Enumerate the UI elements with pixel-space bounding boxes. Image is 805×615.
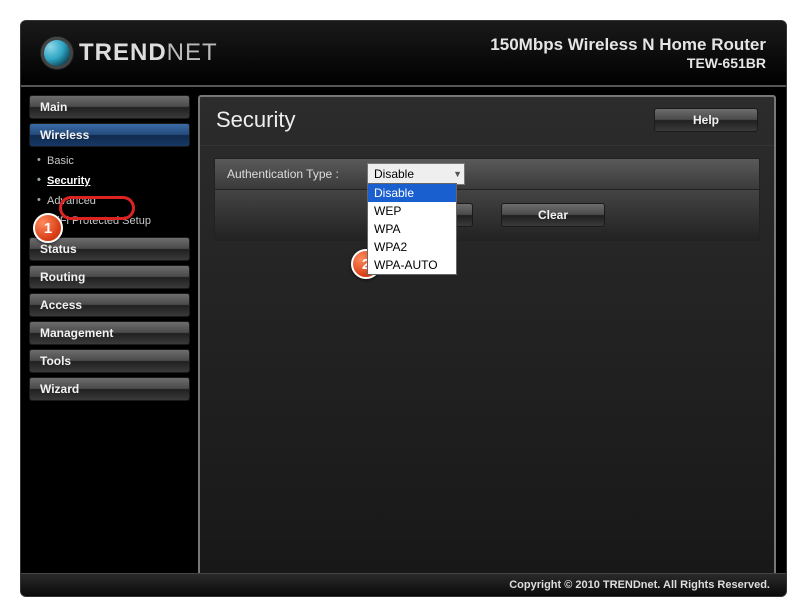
product-info: 150Mbps Wireless N Home Router TEW-651BR [490, 35, 766, 71]
option-wpa2[interactable]: WPA2 [368, 238, 456, 256]
brand: TRENDNET [41, 37, 218, 69]
button-bar: Apply Clear [214, 190, 760, 241]
sidebar-item-access[interactable]: Access [29, 293, 190, 317]
auth-type-value: Disable [374, 167, 414, 181]
clear-button[interactable]: Clear [501, 203, 605, 227]
sidebar-item-status[interactable]: Status [29, 237, 190, 261]
sidebar-item-tools[interactable]: Tools [29, 349, 190, 373]
sidebar-item-management[interactable]: Management [29, 321, 190, 345]
auth-type-row: Authentication Type : Disable ▼ Disable … [214, 158, 760, 190]
sidebar-sub-wps[interactable]: WiFi Protected Setup [47, 211, 190, 231]
help-button[interactable]: Help [654, 108, 758, 132]
sidebar-item-routing[interactable]: Routing [29, 265, 190, 289]
chevron-down-icon: ▼ [453, 169, 462, 179]
product-name: 150Mbps Wireless N Home Router [490, 35, 766, 55]
logo-icon [41, 37, 73, 69]
auth-type-dropdown: Disable WEP WPA WPA2 WPA-AUTO [367, 183, 457, 275]
page-title: Security [216, 107, 295, 133]
option-disable[interactable]: Disable [368, 184, 456, 202]
sidebar-item-wizard[interactable]: Wizard [29, 377, 190, 401]
sidebar: Main Wireless Basic Security Advanced Wi… [21, 87, 194, 576]
option-wep[interactable]: WEP [368, 202, 456, 220]
auth-type-select[interactable]: Disable ▼ Disable WEP WPA WPA2 WPA-AUTO [367, 163, 465, 185]
option-wpa-auto[interactable]: WPA-AUTO [368, 256, 456, 274]
sidebar-item-wireless[interactable]: Wireless [29, 123, 190, 147]
auth-type-label: Authentication Type : [215, 167, 367, 181]
footer: Copyright © 2010 TRENDnet. All Rights Re… [21, 573, 786, 596]
content-panel: Security Help Authentication Type : Disa… [198, 95, 776, 576]
option-wpa[interactable]: WPA [368, 220, 456, 238]
sidebar-sub-security[interactable]: Security [47, 171, 190, 191]
sidebar-sub-advanced[interactable]: Advanced [47, 191, 190, 211]
product-model: TEW-651BR [490, 55, 766, 71]
brand-text: TRENDNET [79, 39, 218, 67]
sidebar-item-main[interactable]: Main [29, 95, 190, 119]
sidebar-sub-basic[interactable]: Basic [47, 151, 190, 171]
